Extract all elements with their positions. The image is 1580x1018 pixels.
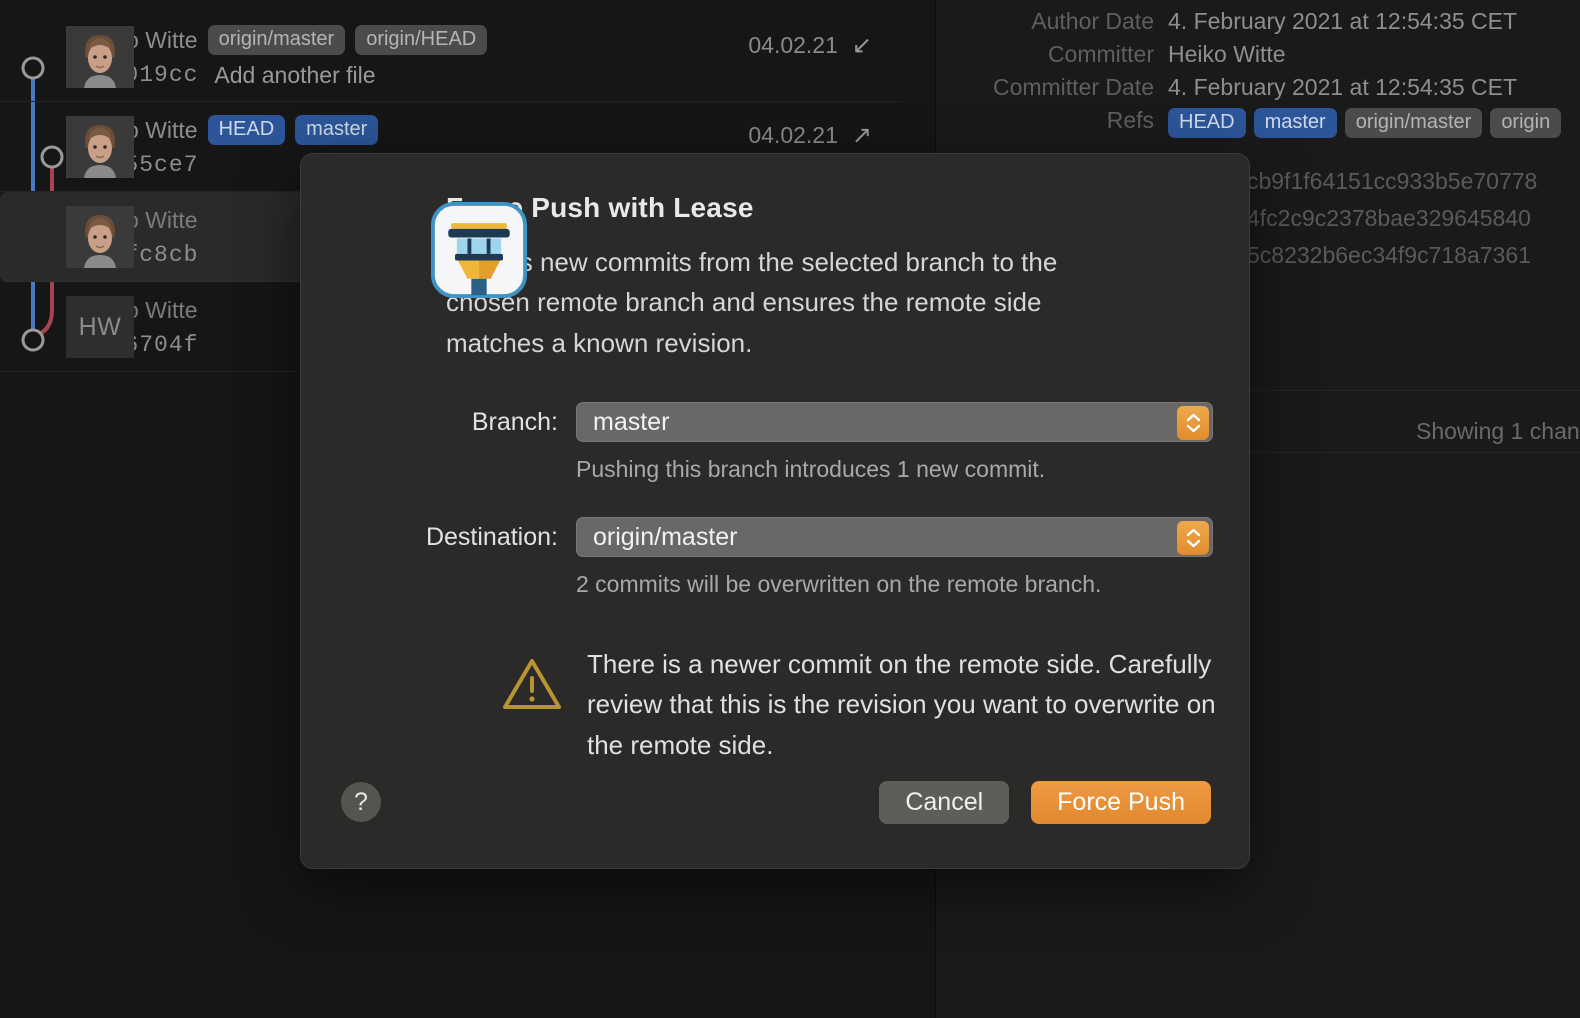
app-window: Heiko Witte origin/master origin/HEAD74901… [0,0,1580,1018]
commit-date: 04.02.21 [748,32,838,59]
destination-select[interactable]: origin/master [576,517,1213,557]
ref-badge[interactable]: HEAD [208,115,286,145]
ref-badge[interactable]: master [295,115,378,145]
showing-changes-label: Showing 1 chan [1416,418,1580,445]
commit-refs-row: Refs HEAD master origin/masterorigin [936,107,1580,140]
commit-detail-row: Author Date4. February 2021 at 12:54:35 … [936,8,1580,41]
commit-row-meta: 04.02.21 ↙ [748,32,872,59]
avatar [66,206,134,268]
dialog-header: Force Push with Lease Pushes new commits… [301,154,1001,363]
dialog-title: Force Push with Lease [446,192,1001,224]
ref-badge[interactable]: origin/HEAD [355,25,487,55]
avatar-initials: HW [66,296,134,358]
parent-sha: 5c8232b6ec34f9c718a7361 [1247,242,1537,279]
force-push-dialog: Force Push with Lease Pushes new commits… [300,153,1250,869]
commit-row[interactable]: Heiko Witteorigin/masterorigin/HEAD74901… [0,12,902,102]
destination-hint: 2 commits will be overwritten on the rem… [301,571,1250,598]
commit-date: 04.02.21 [748,122,838,149]
commit-detail-row: CommitterHeiko Witte [936,41,1580,74]
chevron-updown-icon[interactable] [1177,406,1209,440]
refs-badges: HEAD master origin/masterorigin [1154,108,1561,138]
parent-sha: cb9f1f64151cc933b5e70778 [1247,168,1537,205]
branch-label: Branch: [301,408,576,437]
warning-text: There is a newer commit on the remote si… [577,644,1217,765]
chevron-updown-icon[interactable] [1177,521,1209,555]
commit-row-meta: 04.02.21 ↗ [748,122,872,149]
dialog-description: Pushes new commits from the selected bra… [446,242,1066,363]
force-push-button[interactable]: Force Push [1031,781,1211,824]
help-button[interactable]: ? [341,782,381,822]
tower-app-icon [431,202,527,298]
cancel-button[interactable]: Cancel [879,781,1009,824]
branch-selected-value: master [593,408,669,437]
warning-block: There is a newer commit on the remote si… [301,644,1250,765]
commit-row-bottom: 749019ccAdd another file [66,58,902,92]
branch-select[interactable]: master [576,402,1213,442]
dialog-form: Branch: master Pushing this branch intro… [301,402,1250,598]
commit-metadata-table: Author Date4. February 2021 at 12:54:35 … [936,8,1580,140]
outgoing-arrow-icon: ↗ [852,124,872,148]
branch-hint: Pushing this branch introduces 1 new com… [301,456,1250,483]
destination-field-row: Destination: origin/master [301,517,1250,557]
ref-badge[interactable]: origin/master [208,25,346,55]
detail-label: Committer [936,41,1154,68]
branch-field-row: Branch: master [301,402,1250,442]
refs-label: Refs [936,107,1154,134]
destination-label: Destination: [301,523,576,552]
avatar [66,116,134,178]
ref-badge[interactable]: master [1254,108,1337,138]
commit-subject: Add another file [214,62,375,89]
detail-label: Committer Date [936,74,1154,101]
ref-badge[interactable]: origin [1490,108,1561,138]
parent-sha: 4fc2c9c2378bae329645840 [1247,205,1537,242]
warning-triangle-icon [501,644,577,765]
parent-sha-list: cb9f1f64151cc933b5e707784fc2c9c2378bae32… [1247,168,1537,279]
ref-badge[interactable]: origin/master [1345,108,1483,138]
incoming-arrow-icon: ↙ [852,34,872,58]
dialog-footer: ? Cancel Force Push [301,750,1250,868]
ref-badge[interactable]: HEAD [1168,108,1246,138]
commit-detail-row: Committer Date4. February 2021 at 12:54:… [936,74,1580,107]
detail-value: 4. February 2021 at 12:54:35 CET [1154,8,1517,35]
detail-value: Heiko Witte [1154,41,1286,68]
detail-label: Author Date [936,8,1154,35]
destination-selected-value: origin/master [593,523,738,552]
detail-value: 4. February 2021 at 12:54:35 CET [1154,74,1517,101]
avatar [66,26,134,88]
